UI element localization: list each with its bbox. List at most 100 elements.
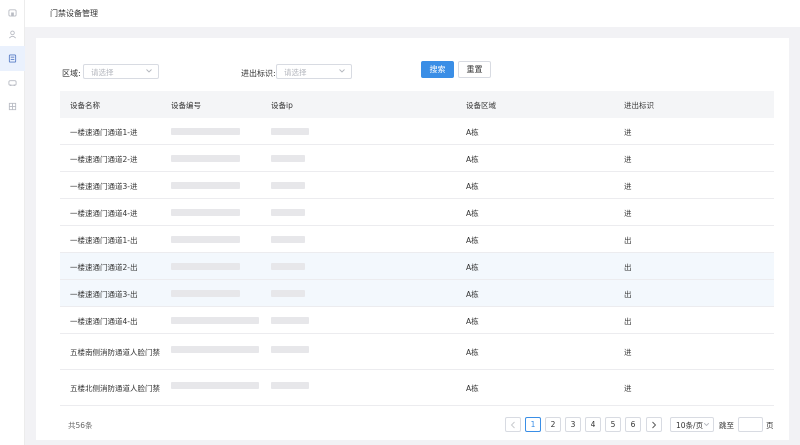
device-name-cell: 五楼南侧消防通道人脸门禁 bbox=[70, 348, 160, 357]
device-ip-redacted bbox=[271, 317, 309, 324]
device-area-cell: A栋 bbox=[466, 128, 479, 137]
total-count: 共56条 bbox=[68, 421, 93, 430]
sidebar-item-user[interactable] bbox=[0, 22, 25, 47]
table-row[interactable]: 一楼速通门通道4-出 A栋 出 bbox=[60, 307, 774, 334]
table-row[interactable]: 一楼速通门通道4-进 A栋 进 bbox=[60, 199, 774, 226]
device-direction-cell: 出 bbox=[624, 263, 632, 272]
device-code-redacted bbox=[171, 346, 259, 353]
device-area-cell: A栋 bbox=[466, 155, 479, 164]
device-name-cell: 一楼速通门通道3-出 bbox=[70, 290, 138, 299]
jump-page-suffix: 页 bbox=[766, 421, 774, 430]
device-ip-redacted bbox=[271, 346, 309, 353]
sidebar bbox=[0, 0, 25, 445]
chevron-down-icon bbox=[339, 69, 345, 73]
page-size-value: 10条/页 bbox=[676, 421, 704, 430]
direction-select[interactable]: 请选择 bbox=[276, 64, 352, 79]
content-panel: 区域: 请选择 进出标识: 请选择 搜索 重置 设备名称 设备编号 设备ip 设… bbox=[36, 38, 789, 440]
chevron-down-icon bbox=[146, 69, 152, 73]
page-title: 门禁设备管理 bbox=[50, 9, 98, 18]
device-ip-redacted bbox=[271, 182, 305, 189]
table-row[interactable]: 五楼南侧消防通道人脸门禁 A栋 进 bbox=[60, 334, 774, 370]
device-name-cell: 一楼速通门通道2-出 bbox=[70, 263, 138, 272]
device-area-cell: A栋 bbox=[466, 236, 479, 245]
table-row[interactable]: 一楼速通门通道3-进 A栋 进 bbox=[60, 172, 774, 199]
page-button-2[interactable]: 2 bbox=[545, 417, 561, 432]
table-row[interactable]: 一楼速通门通道2-进 A栋 进 bbox=[60, 145, 774, 172]
jump-to-label: 跳至 bbox=[719, 421, 734, 430]
device-code-redacted bbox=[171, 182, 240, 189]
table-row[interactable]: 一楼速通门通道2-出 A栋 出 bbox=[60, 253, 774, 280]
page-button-5[interactable]: 5 bbox=[605, 417, 621, 432]
next-page-button[interactable] bbox=[646, 417, 662, 432]
direction-filter-label: 进出标识: bbox=[241, 69, 276, 78]
device-area-cell: A栋 bbox=[466, 317, 479, 326]
sidebar-item-building[interactable] bbox=[0, 94, 25, 119]
device-name-cell: 一楼速通门通道4-进 bbox=[70, 209, 138, 218]
chevron-left-icon bbox=[510, 421, 515, 428]
device-code-redacted bbox=[171, 382, 259, 389]
chevron-right-icon bbox=[652, 421, 657, 428]
page-button-4[interactable]: 4 bbox=[585, 417, 601, 432]
device-icon bbox=[8, 54, 17, 63]
page-button-6[interactable]: 6 bbox=[625, 417, 641, 432]
prev-page-button[interactable] bbox=[505, 417, 521, 432]
device-direction-cell: 进 bbox=[624, 128, 632, 137]
column-header-code: 设备编号 bbox=[171, 101, 201, 110]
device-direction-cell: 进 bbox=[624, 384, 632, 393]
table-row[interactable]: 一楼速通门通道3-出 A栋 出 bbox=[60, 280, 774, 307]
device-ip-redacted bbox=[271, 236, 305, 243]
table-row[interactable]: 一楼速通门通道1-出 A栋 出 bbox=[60, 226, 774, 253]
device-name-cell: 五楼北侧消防通道人脸门禁 bbox=[70, 384, 160, 393]
device-table: 设备名称 设备编号 设备ip 设备区域 进出标识 一楼速通门通道1-进 A栋进一楼… bbox=[60, 91, 774, 406]
search-button[interactable]: 搜索 bbox=[421, 61, 454, 78]
device-area-cell: A栋 bbox=[466, 263, 479, 272]
device-direction-cell: 出 bbox=[624, 290, 632, 299]
area-select-placeholder: 请选择 bbox=[91, 68, 114, 77]
reset-button[interactable]: 重置 bbox=[458, 61, 491, 78]
device-ip-redacted bbox=[271, 209, 305, 216]
table-body: 一楼速通门通道1-进 A栋进一楼速通门通道2-进 A栋进一楼速通门通道3-进 A栋进一… bbox=[60, 118, 774, 406]
table-row[interactable]: 一楼速通门通道1-进 A栋 进 bbox=[60, 118, 774, 145]
area-select[interactable]: 请选择 bbox=[83, 64, 159, 79]
device-name-cell: 一楼速通门通道1-出 bbox=[70, 236, 138, 245]
direction-select-placeholder: 请选择 bbox=[284, 68, 307, 77]
column-header-ip: 设备ip bbox=[271, 101, 293, 110]
user-icon bbox=[9, 30, 16, 39]
device-name-cell: 一楼速通门通道1-进 bbox=[70, 128, 138, 137]
page-size-select[interactable]: 10条/页 bbox=[670, 417, 714, 432]
device-name-cell: 一楼速通门通道3-进 bbox=[70, 182, 138, 191]
device-code-redacted bbox=[171, 263, 240, 270]
device-direction-cell: 进 bbox=[624, 348, 632, 357]
page-button-1[interactable]: 1 bbox=[525, 417, 541, 432]
device-ip-redacted bbox=[271, 290, 305, 297]
device-code-redacted bbox=[171, 128, 240, 135]
device-area-cell: A栋 bbox=[466, 290, 479, 299]
column-header-area: 设备区域 bbox=[466, 101, 496, 110]
device-area-cell: A栋 bbox=[466, 209, 479, 218]
jump-page-input[interactable] bbox=[738, 417, 763, 432]
area-filter-label: 区域: bbox=[62, 69, 81, 78]
table-row[interactable]: 五楼北侧消防通道人脸门禁 A栋 进 bbox=[60, 370, 774, 406]
table-header: 设备名称 设备编号 设备ip 设备区域 进出标识 bbox=[60, 91, 774, 118]
device-direction-cell: 出 bbox=[624, 236, 632, 245]
building-icon bbox=[8, 102, 17, 111]
device-area-cell: A栋 bbox=[466, 348, 479, 357]
device-area-cell: A栋 bbox=[466, 384, 479, 393]
device-direction-cell: 进 bbox=[624, 182, 632, 191]
device-direction-cell: 出 bbox=[624, 317, 632, 326]
sidebar-item-car[interactable] bbox=[0, 70, 25, 95]
top-header: 门禁设备管理 bbox=[25, 0, 800, 27]
sidebar-item-device[interactable] bbox=[0, 46, 25, 71]
column-header-name: 设备名称 bbox=[70, 101, 100, 110]
device-code-redacted bbox=[171, 317, 259, 324]
home-icon bbox=[8, 9, 17, 17]
device-ip-redacted bbox=[271, 128, 309, 135]
device-direction-cell: 进 bbox=[624, 155, 632, 164]
page-button-3[interactable]: 3 bbox=[565, 417, 581, 432]
device-area-cell: A栋 bbox=[466, 182, 479, 191]
device-code-redacted bbox=[171, 236, 240, 243]
device-direction-cell: 进 bbox=[624, 209, 632, 218]
device-ip-redacted bbox=[271, 155, 305, 162]
device-code-redacted bbox=[171, 155, 240, 162]
device-ip-redacted bbox=[271, 382, 309, 389]
